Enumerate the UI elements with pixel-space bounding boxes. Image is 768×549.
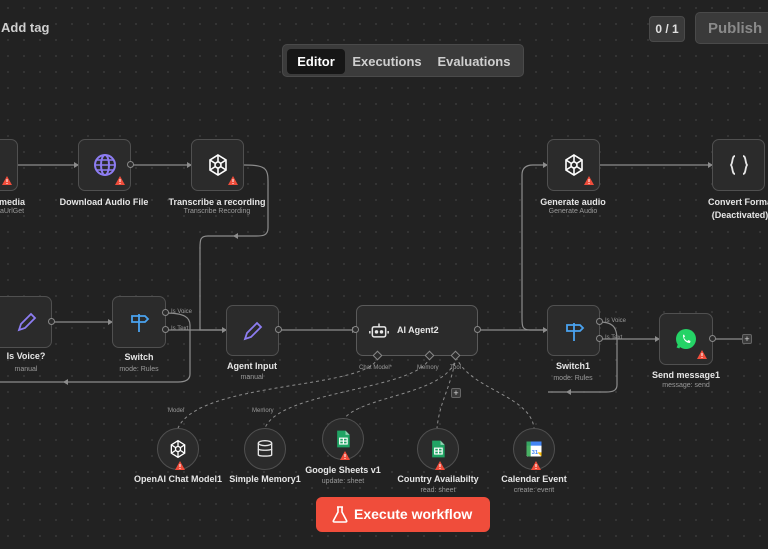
node-send-sub: message: send — [662, 382, 710, 389]
pencil-icon — [17, 312, 37, 332]
node-calendar-label: Calendar Event — [501, 474, 567, 484]
output-port[interactable] — [596, 318, 603, 325]
node-is-voice[interactable] — [0, 296, 52, 348]
model-tag: Model — [168, 408, 185, 414]
globe-icon — [93, 154, 116, 176]
node-generate-audio[interactable] — [547, 139, 600, 191]
output-port[interactable] — [127, 161, 134, 168]
output-port[interactable] — [275, 326, 282, 333]
node-switch-sub: mode: Rules — [119, 366, 159, 373]
flask-icon — [332, 506, 348, 523]
node-transcribe-label: Transcribe a recording — [168, 197, 266, 207]
node-switch1-label: Switch1 — [555, 361, 591, 371]
node-aiagent-label: AI Agent2 — [397, 325, 439, 335]
node-agentinput-label: Agent Input — [227, 361, 277, 371]
input-port[interactable] — [352, 326, 359, 333]
output-port[interactable] — [162, 326, 169, 333]
node-country-sub: read: sheet — [420, 487, 456, 494]
braces-icon — [729, 155, 748, 175]
warning-icon — [531, 461, 541, 470]
svg-text:31: 31 — [532, 450, 539, 456]
node-media-sub: aUrlGet — [0, 208, 25, 215]
warning-icon — [340, 451, 350, 460]
node-media[interactable] — [0, 139, 18, 191]
memory-port-label: Memory — [417, 365, 439, 371]
switch-out-voice: Is Voice — [171, 309, 193, 315]
add-tool-button[interactable]: + — [451, 388, 461, 398]
warning-icon — [175, 461, 185, 470]
openai-icon — [170, 439, 186, 459]
node-send-message[interactable] — [659, 313, 713, 365]
node-transcribe[interactable] — [191, 139, 244, 191]
node-sheets-sub: update: sheet — [321, 478, 365, 485]
node-isvoice-label: Is Voice? — [6, 351, 46, 361]
node-sheets-label: Google Sheets v1 — [305, 465, 381, 475]
warning-icon — [2, 176, 12, 185]
add-node-button[interactable]: + — [742, 334, 752, 344]
warning-icon — [435, 461, 445, 470]
node-isvoice-sub: manual — [14, 366, 38, 373]
node-generate-sub: Generate Audio — [548, 208, 598, 215]
node-openai-chat-model[interactable] — [157, 428, 199, 470]
chat-model-port-label: Chat Model* — [359, 365, 393, 371]
output-port[interactable] — [474, 326, 481, 333]
switch1-out-text: Is Text — [605, 335, 623, 341]
node-switch-label: Switch — [124, 352, 154, 362]
node-switch1[interactable] — [547, 305, 600, 356]
database-icon — [257, 440, 273, 457]
node-memory-label: Simple Memory1 — [229, 474, 301, 484]
node-simple-memory[interactable] — [244, 428, 286, 470]
warning-icon — [584, 176, 594, 185]
node-country-label: Country Availabilty — [397, 474, 479, 484]
whatsapp-icon — [676, 329, 696, 349]
warning-icon — [115, 176, 125, 185]
node-generate-label: Generate audio — [540, 197, 606, 207]
warning-icon — [697, 350, 707, 359]
node-switch[interactable] — [112, 296, 166, 348]
sheets-icon — [337, 430, 350, 448]
node-agent-input[interactable] — [226, 305, 279, 356]
memory-tag: Memory — [252, 408, 274, 414]
node-ai-agent[interactable]: AI Agent2 — [356, 305, 478, 356]
node-transcribe-sub: Transcribe Recording — [183, 208, 251, 215]
openai-icon — [564, 154, 583, 176]
openai-icon — [208, 154, 227, 176]
tool-port-label: Tool — [450, 365, 462, 371]
output-port[interactable] — [48, 318, 55, 325]
execute-workflow-button[interactable]: Execute workflow — [316, 497, 490, 532]
node-convert-label: Convert Forma — [707, 197, 768, 207]
node-switch1-sub: mode: Rules — [553, 375, 593, 382]
node-agentinput-sub: manual — [240, 374, 264, 381]
switch-out-text: Is Text — [171, 326, 189, 332]
node-calendar-sub: create: event — [513, 487, 555, 494]
execute-workflow-label: Execute workflow — [354, 506, 473, 522]
pencil-icon — [243, 321, 262, 340]
node-send-label: Send message1 — [651, 370, 721, 380]
output-port[interactable] — [596, 335, 603, 342]
calendar-icon: 31 — [526, 441, 542, 457]
node-openai-label: OpenAI Chat Model1 — [133, 474, 223, 484]
node-google-sheets[interactable] — [322, 418, 364, 460]
output-port[interactable] — [709, 335, 716, 342]
connections-layer — [0, 162, 742, 429]
node-country-availability[interactable] — [417, 428, 459, 470]
signpost-icon — [131, 314, 150, 332]
signpost-icon — [565, 322, 584, 341]
node-convert-format[interactable] — [712, 139, 765, 191]
warning-icon — [228, 176, 238, 185]
node-download-label: Download Audio File — [59, 197, 149, 207]
switch1-out-voice: Is Voice — [605, 318, 627, 324]
node-download-audio[interactable] — [78, 139, 131, 191]
node-media-label: media — [0, 197, 26, 207]
robot-icon — [369, 323, 389, 338]
node-convert-status: (Deactivated) — [711, 210, 768, 220]
sheets-icon — [432, 440, 445, 458]
node-calendar-event[interactable]: 31 — [513, 428, 555, 470]
output-port[interactable] — [162, 309, 169, 316]
